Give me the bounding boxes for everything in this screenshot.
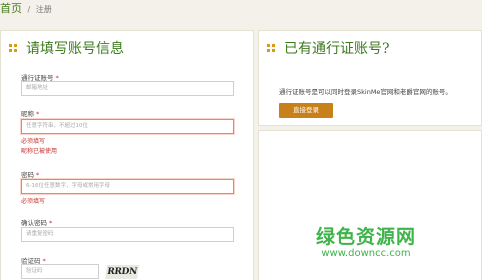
password-label: 密码 * xyxy=(21,171,40,179)
required-mark: * xyxy=(49,219,53,227)
confirm-password-label: 确认密码 * xyxy=(21,219,53,227)
login-description: 通行证账号是可以同时登录SkinMe官网和老爵官网的账号。 xyxy=(279,88,452,96)
required-mark: * xyxy=(36,171,40,179)
watermark-url: www.downcc.com xyxy=(321,248,411,259)
dots-icon xyxy=(9,44,17,52)
watermark-title: 绿色资源网 xyxy=(316,226,417,248)
password-error-required: 必须填写 xyxy=(21,198,46,205)
captcha-input[interactable]: 验证码 xyxy=(21,264,99,279)
register-heading: 请填写账号信息 xyxy=(9,38,124,58)
nickname-error-taken: 昵称已被使用 xyxy=(21,148,58,155)
confirm-password-input[interactable]: 请重复密码 xyxy=(21,227,234,242)
login-panel: 已有通行证账号? 通行证账号是可以同时登录SkinMe官网和老爵官网的账号。 直… xyxy=(258,30,482,126)
direct-login-button[interactable]: 直接登录 xyxy=(279,103,333,118)
login-title: 已有通行证账号? xyxy=(284,41,390,57)
account-input[interactable]: 邮箱地址 xyxy=(21,81,234,96)
captcha-image[interactable]: RRDN xyxy=(105,265,139,279)
breadcrumb-separator: / xyxy=(27,5,31,14)
watermark: 绿色资源网 www.downcc.com xyxy=(316,226,416,260)
password-input[interactable]: 6-16位任意数字，字母或常用字母 xyxy=(21,179,234,194)
dots-icon xyxy=(267,44,275,52)
breadcrumb: 首页 / 注册 xyxy=(0,0,52,15)
register-title: 请填写账号信息 xyxy=(26,41,124,57)
breadcrumb-current: 注册 xyxy=(35,5,52,14)
nickname-input[interactable]: 任意字符串，不超过10位 xyxy=(21,119,234,134)
required-mark: * xyxy=(36,110,40,118)
breadcrumb-home-link[interactable]: 首页 xyxy=(0,2,22,15)
nickname-label: 昵称 * xyxy=(21,110,40,118)
nickname-error-required: 必须填写 xyxy=(21,138,46,145)
login-heading: 已有通行证账号? xyxy=(267,38,390,58)
register-panel: 请填写账号信息 通行证账号 * 邮箱地址 昵称 * 任意字符串，不超过10位 必须填… xyxy=(0,30,254,280)
